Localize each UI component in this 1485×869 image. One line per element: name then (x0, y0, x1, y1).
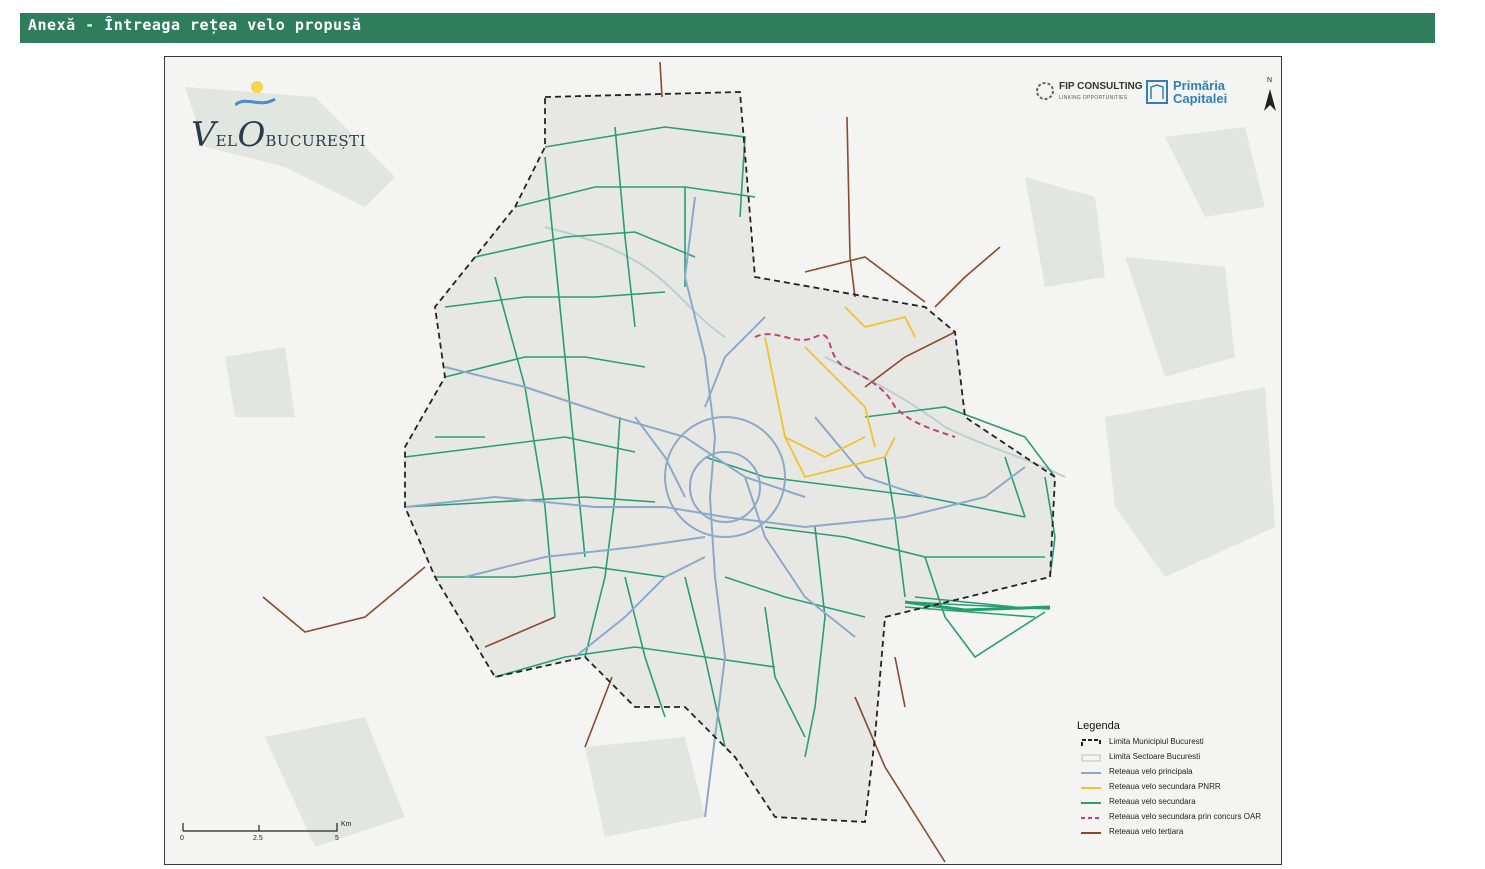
legend-label: Reteaua velo secundara prin concurs OAR (1109, 812, 1262, 821)
legend-label: Limita Sectoare Bucuresti (1109, 752, 1201, 761)
scale-bar: 0 2.5 5 Km (179, 817, 379, 845)
legend-swatch (1081, 832, 1101, 834)
legend-item: Reteaua velo principala (1077, 766, 1277, 781)
legend-label: Limita Municipiul Bucuresti (1109, 737, 1204, 746)
legend-item: Limita Municipiul Bucuresti (1077, 736, 1277, 751)
legend-swatch (1081, 739, 1101, 746)
map-legend: Legenda Limita Municipiul Bucuresti Limit… (1077, 720, 1277, 860)
legend-swatch (1081, 817, 1101, 819)
legend-label: Reteaua velo secundara (1109, 797, 1196, 806)
header-bar: Anexă - Întreaga rețea velo propusă (20, 13, 1435, 43)
city-area (405, 92, 1055, 822)
legend-items: Limita Municipiul Bucuresti Limita Sectoa… (1077, 736, 1277, 841)
velo-bucuresti-logo: VELOBUCUREȘTI (187, 75, 366, 155)
legend-swatch (1081, 772, 1101, 774)
north-arrow-icon: N (1263, 77, 1277, 113)
scale-tick-2: 5 (335, 835, 339, 842)
legend-label: Reteaua velo principala (1109, 767, 1193, 776)
legend-title: Legenda (1077, 720, 1120, 732)
fip-mark-icon (1036, 82, 1054, 100)
legend-label: Reteaua velo tertiara (1109, 827, 1184, 836)
legend-swatch (1081, 802, 1101, 804)
legend-item: Reteaua velo secundara PNRR (1077, 781, 1277, 796)
scale-tick-1: 2.5 (253, 835, 263, 842)
pmb-mark-icon (1146, 80, 1168, 104)
velo-wordmark: VELOBUCUREȘTI (191, 115, 367, 155)
map-frame[interactable]: VELOBUCUREȘTI FIP CONSULTING LINKING OPP… (164, 56, 1282, 865)
sun-icon (235, 81, 276, 107)
scale-unit: Km (341, 821, 352, 828)
legend-item: Reteaua velo secundara (1077, 796, 1277, 811)
legend-swatch (1081, 754, 1101, 762)
page-title: Anexă - Întreaga rețea velo propusă (28, 16, 362, 34)
legend-item: Reteaua velo secundara prin concurs OAR (1077, 811, 1277, 826)
legend-item: Reteaua velo tertiara (1077, 826, 1277, 841)
primaria-capitalei-logo: Primăria Capitalei (1145, 77, 1240, 111)
legend-label: Reteaua velo secundara PNRR (1109, 782, 1221, 791)
legend-swatch (1081, 787, 1101, 789)
legend-item: Limita Sectoare Bucuresti (1077, 751, 1277, 766)
fip-consulting-logo: FIP CONSULTING LINKING OPPORTUNITIES (1033, 79, 1143, 109)
scale-tick-0: 0 (180, 835, 184, 842)
